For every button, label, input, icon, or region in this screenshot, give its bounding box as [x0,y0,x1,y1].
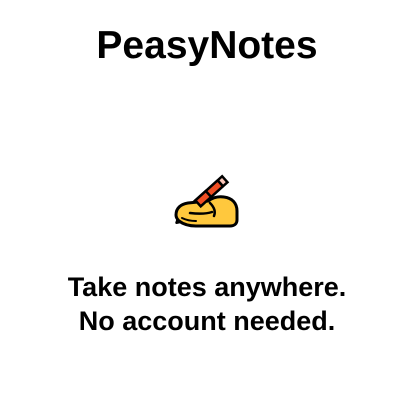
tagline-line-2: No account needed. [78,306,336,336]
writing-hand-icon [166,168,242,230]
tagline-line-1: Take notes anywhere. [67,272,347,302]
tagline: Take notes anywhere. No account needed. [0,270,414,338]
app-title: PeasyNotes [96,24,318,67]
